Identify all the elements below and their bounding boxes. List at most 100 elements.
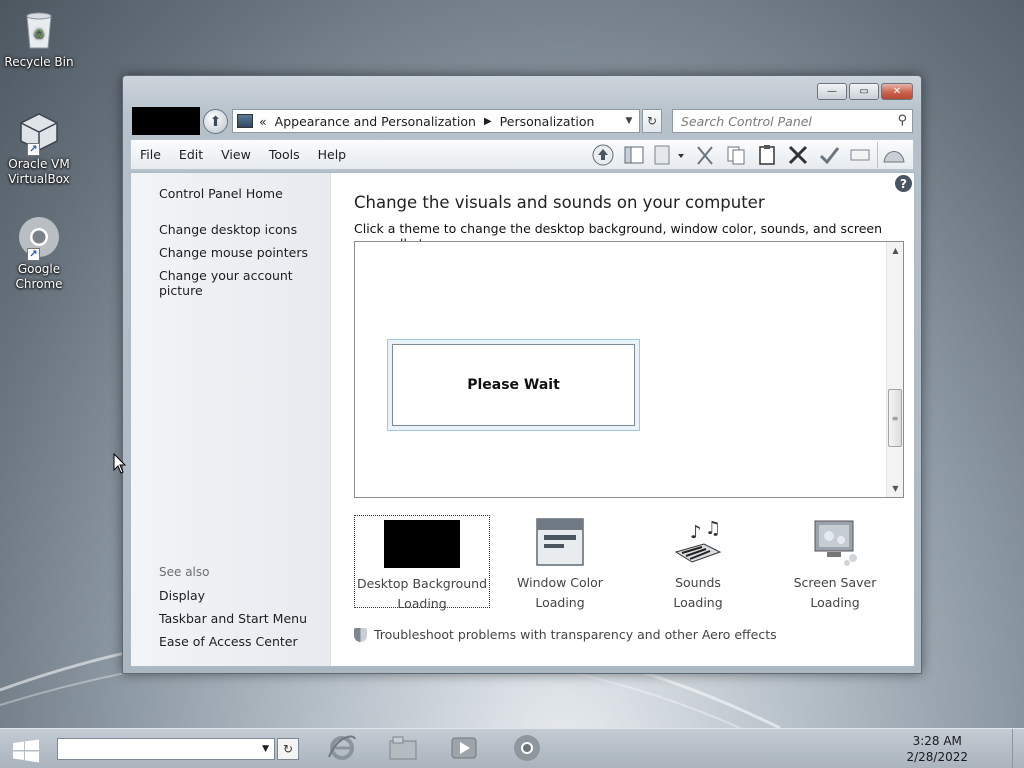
desktop-icon-label: Oracle VM VirtualBox — [8, 157, 70, 186]
close-button[interactable]: ✕ — [881, 83, 913, 100]
desktop-icon-label: Recycle Bin — [4, 55, 74, 69]
maximize-button[interactable]: ▭ — [849, 83, 879, 100]
ease-of-access-link[interactable]: Ease of Access Center — [159, 634, 298, 649]
cut-icon[interactable] — [691, 142, 718, 168]
taskbar-explorer-icon[interactable] — [388, 733, 418, 763]
desktop-icon-virtualbox[interactable]: ↗ Oracle VM VirtualBox — [4, 110, 74, 187]
taskbar-chrome-icon[interactable] — [512, 733, 542, 763]
taskbar-address-input[interactable]: ▼ — [57, 738, 275, 760]
recycle-bin-icon: ♻ — [17, 8, 61, 52]
window-color-option[interactable]: Window Color Loading — [492, 515, 628, 610]
scroll-down-icon[interactable]: ▼ — [887, 480, 904, 497]
desktop-icon-label: Google Chrome — [15, 262, 63, 291]
preview-pane-icon[interactable] — [620, 142, 647, 168]
start-button[interactable] — [12, 739, 40, 763]
screen-saver-icon — [767, 517, 903, 569]
copy-icon[interactable] — [722, 142, 749, 168]
personalization-options: Desktop Background Loading Window Color … — [354, 515, 904, 611]
taskbar-refresh-button[interactable]: ↻ — [277, 738, 299, 760]
main-pane: ? Change the visuals and sounds on your … — [331, 173, 914, 666]
scroll-up-icon[interactable]: ▲ — [887, 242, 904, 259]
taskbar-clock[interactable]: 3:28 AM 2/28/2022 — [906, 733, 968, 765]
search-placeholder: Search Control Panel — [681, 113, 812, 129]
menu-tools[interactable]: Tools — [260, 147, 309, 162]
option-status: Loading — [535, 595, 585, 610]
svg-text:♻: ♻ — [34, 27, 45, 41]
svg-text:♫: ♫ — [705, 518, 721, 539]
clock-date: 2/28/2022 — [906, 750, 968, 764]
taskbar-ie-icon[interactable] — [327, 733, 357, 763]
option-status: Loading — [810, 595, 860, 610]
breadcrumb-separator-icon[interactable]: ▶ — [484, 116, 492, 127]
mouse-cursor-icon — [113, 453, 127, 474]
clock-time: 3:28 AM — [912, 734, 962, 748]
dropdown-icon[interactable]: ▼ — [262, 744, 269, 754]
change-account-picture-link[interactable]: Change your account picture — [159, 268, 330, 298]
desktop-background-option[interactable]: Desktop Background Loading — [354, 515, 490, 611]
refresh-icon: ↻ — [646, 114, 658, 128]
desktop-icon-chrome[interactable]: ↗ Google Chrome — [4, 215, 74, 292]
taskbar-media-player-icon[interactable] — [449, 733, 479, 763]
desktop-icon-recycle-bin[interactable]: ♻ Recycle Bin — [4, 8, 74, 70]
change-desktop-icons-link[interactable]: Change desktop icons — [159, 222, 297, 237]
check-icon[interactable] — [815, 142, 842, 168]
theme-list-scrollbar[interactable]: ▲ ≡ ▼ — [886, 242, 903, 497]
svg-text:♪: ♪ — [690, 522, 702, 543]
breadcrumb-personalization[interactable]: Personalization — [500, 114, 595, 129]
troubleshoot-text: Troubleshoot problems with transparency … — [374, 627, 777, 642]
refresh-button[interactable]: ↻ — [642, 109, 662, 133]
up-icon[interactable] — [589, 142, 616, 168]
control-panel-home-link[interactable]: Control Panel Home — [159, 186, 283, 201]
option-label: Window Color — [517, 575, 603, 590]
show-desktop-button[interactable] — [1012, 729, 1024, 768]
up-arrow-icon: ⬆ — [209, 113, 222, 130]
menu-view[interactable]: View — [212, 147, 260, 162]
properties-icon[interactable] — [651, 142, 687, 168]
please-wait-dialog: Please Wait — [387, 339, 640, 431]
up-button[interactable]: ⬆ — [203, 109, 228, 134]
change-mouse-pointers-link[interactable]: Change mouse pointers — [159, 245, 308, 260]
address-row: ⬆ « Appearance and Personalization ▶ Per… — [130, 106, 914, 136]
back-forward-buttons[interactable] — [132, 107, 200, 135]
sounds-option[interactable]: ♪ ♫ Sounds Loading — [630, 515, 766, 610]
personalization-window: — ▭ ✕ ⬆ « Appearance and Personalization… — [122, 75, 922, 674]
option-label: Desktop Background — [356, 576, 488, 591]
breadcrumb-appearance[interactable]: Appearance and Personalization — [275, 114, 476, 129]
menu-file[interactable]: File — [131, 147, 170, 162]
delete-icon[interactable] — [784, 142, 811, 168]
option-label: Sounds — [675, 575, 721, 590]
option-status: Loading — [397, 596, 447, 611]
menu-edit[interactable]: Edit — [170, 147, 212, 162]
taskbar: ▼ ↻ 3:28 AM 2/28/2022 — [0, 728, 1024, 768]
scroll-thumb[interactable]: ≡ — [888, 389, 902, 447]
address-dropdown-icon[interactable]: ▼ — [619, 110, 639, 132]
shortcut-arrow-icon: ↗ — [27, 143, 40, 156]
rename-icon[interactable] — [846, 142, 873, 168]
search-input[interactable]: Search Control Panel ⚲ — [672, 109, 913, 133]
help-icon[interactable]: ? — [895, 175, 912, 192]
paste-icon[interactable] — [753, 142, 780, 168]
option-label: Screen Saver — [793, 575, 877, 590]
shield-icon — [354, 627, 367, 642]
shortcut-arrow-icon: ↗ — [27, 248, 40, 261]
search-icon[interactable]: ⚲ — [897, 113, 907, 128]
window-color-icon — [492, 517, 628, 569]
option-status: Loading — [673, 595, 723, 610]
shell-icon[interactable] — [877, 142, 909, 168]
control-panel-icon — [237, 114, 253, 128]
content-area: Control Panel Home Change desktop icons … — [130, 172, 915, 667]
please-wait-text: Please Wait — [392, 344, 635, 426]
see-also-heading: See also — [159, 565, 210, 579]
troubleshoot-link[interactable]: Troubleshoot problems with transparency … — [354, 627, 777, 642]
menu-help[interactable]: Help — [309, 147, 356, 162]
address-bar[interactable]: « Appearance and Personalization ▶ Perso… — [232, 109, 640, 133]
display-link[interactable]: Display — [159, 588, 205, 603]
screen-saver-option[interactable]: Screen Saver Loading — [767, 515, 903, 610]
minimize-button[interactable]: — — [817, 83, 847, 100]
window-controls: — ▭ ✕ — [817, 83, 913, 100]
sounds-icon: ♪ ♫ — [630, 517, 766, 569]
theme-list[interactable]: Please Wait ▲ ≡ ▼ — [354, 241, 904, 498]
taskbar-start-menu-link[interactable]: Taskbar and Start Menu — [159, 611, 307, 626]
breadcrumb-prefix: « — [259, 113, 267, 129]
refresh-icon: ↻ — [282, 742, 294, 756]
